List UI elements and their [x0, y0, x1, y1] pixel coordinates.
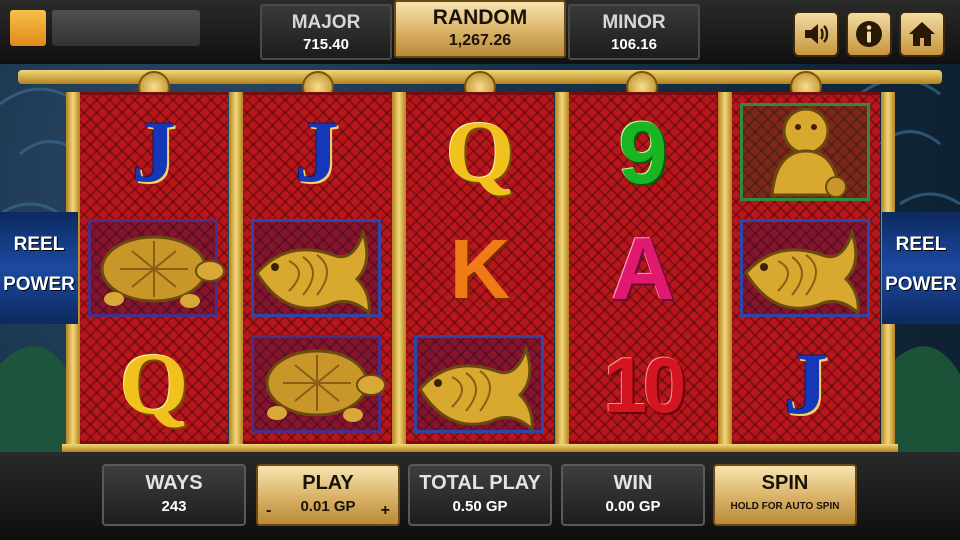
- pillar: [718, 92, 732, 450]
- random-jackpot-label: RANDOM: [432, 6, 528, 29]
- info-icon: [856, 21, 882, 47]
- game-logo: [10, 10, 200, 46]
- pillar: [229, 92, 243, 450]
- symbol-foo-dog: [732, 95, 880, 211]
- major-jackpot: MAJOR 715.40: [260, 4, 392, 60]
- minor-jackpot-label: MINOR: [602, 12, 666, 33]
- symbol-fish: [243, 211, 391, 327]
- reel-power-left-line1: REEL: [13, 234, 65, 255]
- reel-1: J Q: [80, 92, 228, 444]
- bet-increase-button[interactable]: +: [381, 502, 390, 520]
- bet-decrease-button[interactable]: -: [266, 502, 271, 520]
- win-value: 0.00 GP: [605, 498, 661, 515]
- symbol-k: K: [449, 222, 511, 316]
- play-label: PLAY: [302, 472, 354, 494]
- top-bar: MAJOR 715.40 RANDOM 1,267.26 MINOR 106.1…: [0, 0, 960, 64]
- total-play-label: TOTAL PLAY: [419, 472, 541, 494]
- minor-jackpot: MINOR 106.16: [568, 4, 700, 60]
- random-jackpot: RANDOM 1,267.26: [394, 0, 566, 58]
- control-bar: WAYS 243 PLAY 0.01 GP - + TOTAL PLAY 0.5…: [0, 452, 960, 540]
- reel-base: [62, 444, 898, 452]
- reel-5: J: [732, 92, 880, 444]
- major-jackpot-label: MAJOR: [291, 12, 361, 33]
- symbol-turtle: [243, 327, 391, 443]
- symbol-fish: [406, 327, 554, 443]
- fish-icon: [255, 228, 371, 317]
- random-jackpot-value: 1,267.26: [448, 32, 512, 49]
- total-play-display: TOTAL PLAY 0.50 GP: [408, 464, 552, 526]
- reel-power-right-line2: POWER: [885, 274, 957, 295]
- reel-power-right-line1: REEL: [895, 234, 947, 255]
- symbol-q: Q: [445, 104, 515, 201]
- symbol-j: J: [784, 336, 828, 433]
- foo-dog-icon: [770, 107, 847, 198]
- reel-power-left-line2: POWER: [3, 274, 75, 295]
- info-button[interactable]: [846, 11, 892, 57]
- reel-4: 9 A 10: [569, 92, 717, 444]
- ways-display: WAYS 243: [102, 464, 246, 526]
- win-display: WIN 0.00 GP: [561, 464, 705, 526]
- reel-power-left: REEL POWER: [0, 212, 78, 324]
- symbol-j: J: [132, 104, 176, 201]
- turtle-icon: [265, 349, 386, 422]
- symbol-fish: [732, 211, 880, 327]
- symbol-q: Q: [119, 336, 189, 433]
- major-jackpot-value: 715.40: [303, 36, 349, 53]
- symbol-10: 10: [603, 341, 687, 429]
- symbol-9: 9: [618, 103, 668, 202]
- ways-value: 243: [161, 498, 187, 515]
- spin-sub-label: HOLD FOR AUTO SPIN: [730, 501, 840, 512]
- symbol-j: J: [295, 104, 339, 201]
- play-bet-control[interactable]: PLAY 0.01 GP - +: [256, 464, 400, 526]
- ways-label: WAYS: [145, 472, 203, 494]
- minor-jackpot-value: 106.16: [611, 36, 657, 53]
- reel-power-right: REEL POWER: [882, 212, 960, 324]
- spin-label: SPIN: [761, 472, 809, 494]
- reel-2: J: [243, 92, 391, 444]
- win-label: WIN: [613, 472, 653, 494]
- total-play-value: 0.50 GP: [452, 498, 508, 515]
- turtle-icon: [100, 235, 225, 308]
- symbol-turtle: [80, 211, 228, 327]
- speaker-icon: [805, 24, 829, 44]
- symbol-a: A: [611, 219, 675, 318]
- sound-button[interactable]: [793, 11, 839, 57]
- play-value: 0.01 GP: [300, 498, 356, 515]
- home-button[interactable]: [899, 11, 945, 57]
- spin-button[interactable]: SPIN HOLD FOR AUTO SPIN: [713, 464, 857, 526]
- fish-icon: [744, 228, 860, 317]
- pillar: [555, 92, 569, 450]
- fish-icon: [418, 344, 534, 433]
- pillar: [392, 92, 406, 450]
- reel-3: Q K: [406, 92, 554, 444]
- home-icon: [909, 22, 935, 46]
